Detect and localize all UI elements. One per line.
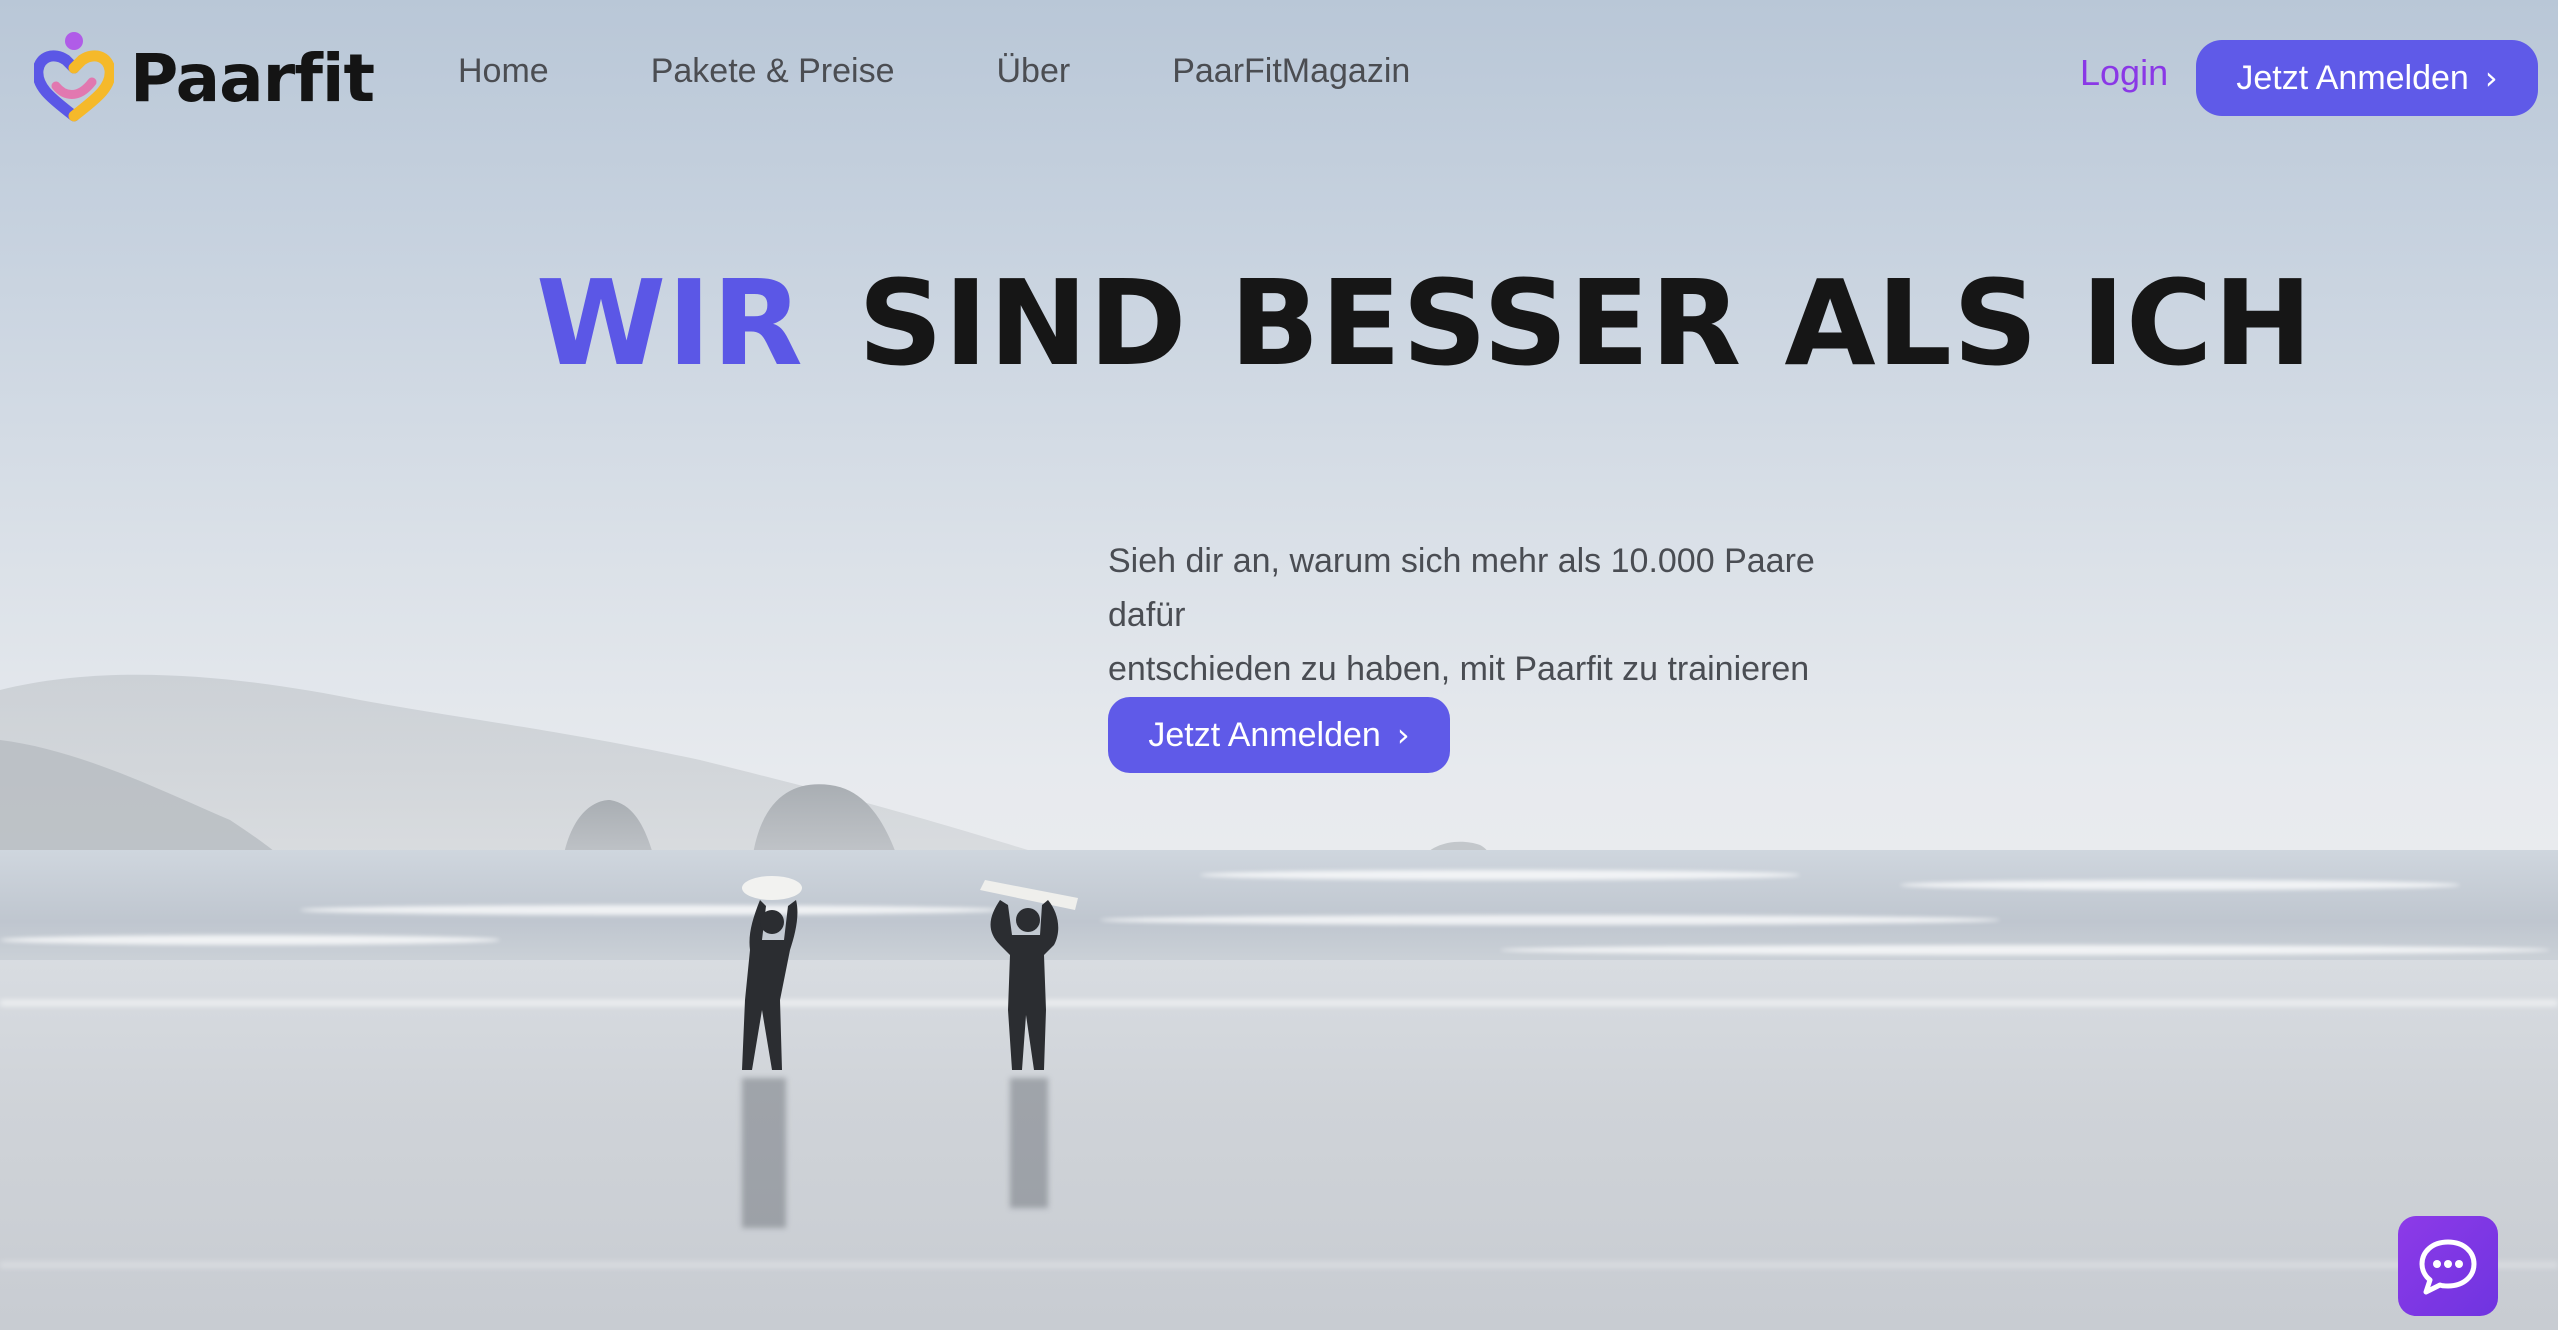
nav-item-pakete-preise[interactable]: Pakete & Preise — [651, 52, 895, 91]
main-nav: Home Pakete & Preise Über PaarFitMagazin — [458, 52, 1512, 91]
signup-button-label: Jetzt Anmelden — [2236, 58, 2469, 97]
nav-item-home[interactable]: Home — [458, 52, 549, 91]
site-header: Paarfit Home Pakete & Preise Über PaarFi… — [0, 0, 2558, 160]
headline-accent: WIR — [536, 254, 804, 392]
login-link[interactable]: Login — [2080, 52, 2168, 94]
logo[interactable]: Paarfit — [34, 30, 375, 126]
signup-button-header[interactable]: Jetzt Anmelden › — [2196, 40, 2538, 116]
chevron-right-icon: › — [2484, 59, 2498, 97]
surfer-reflection — [1010, 1078, 1048, 1208]
hero-subtitle: Sieh dir an, warum sich mehr als 10.000 … — [1108, 534, 1888, 696]
couple-heart-logo-icon — [34, 32, 114, 122]
chat-bubble-icon — [2419, 1239, 2477, 1295]
brand-name: Paarfit — [130, 39, 375, 117]
hero-headline: WIR SIND BESSER ALS ICH — [536, 254, 2313, 392]
chevron-right-icon: › — [1396, 716, 1410, 754]
headline-rest: SIND BESSER ALS ICH — [857, 254, 2314, 392]
chat-widget-button[interactable] — [2398, 1216, 2498, 1316]
signup-button-hero[interactable]: Jetzt Anmelden › — [1108, 697, 1450, 773]
signup-button-label: Jetzt Anmelden — [1148, 715, 1381, 754]
nav-item-paarfitmagazin[interactable]: PaarFitMagazin — [1172, 52, 1410, 91]
nav-item-ueber[interactable]: Über — [997, 52, 1071, 91]
subtitle-line: entschieden zu haben, mit Paarfit zu tra… — [1108, 650, 1810, 688]
subtitle-line: Sieh dir an, warum sich mehr als 10.000 … — [1108, 542, 1815, 634]
surfer-reflection — [742, 1078, 786, 1228]
